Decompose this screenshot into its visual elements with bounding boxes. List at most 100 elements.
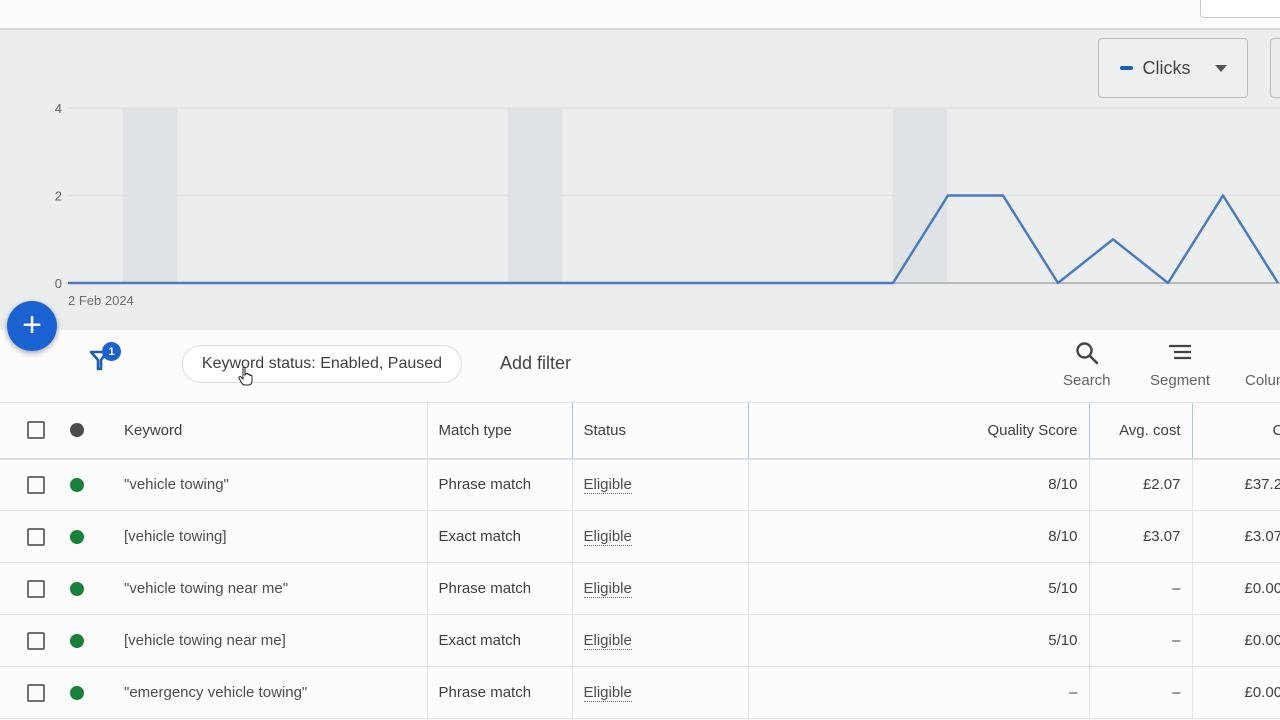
eligibility-status[interactable]: Eligible <box>583 580 632 598</box>
table-row[interactable]: [vehicle towing] Exact match Eligible 8/… <box>0 510 1280 563</box>
table-row[interactable]: "emergency vehicle towing" Phrase match … <box>0 666 1280 719</box>
cost-cell: £3.07 <box>1191 510 1280 563</box>
select-all-checkbox[interactable] <box>27 421 45 440</box>
status-cell: Eligible <box>571 562 748 615</box>
series-color-swatch <box>1119 66 1133 70</box>
cost-cell: £0.00 <box>1191 562 1280 615</box>
search-icon <box>1076 342 1099 365</box>
table-header-row: Keyword Match type Status Quality Score … <box>0 402 1280 460</box>
status-cell: Eligible <box>571 614 748 667</box>
row-select-cell <box>0 666 62 719</box>
avg-cost-cell: – <box>1088 666 1192 719</box>
enabled-status-dot-icon[interactable] <box>70 477 84 492</box>
row-status-cell <box>62 614 124 667</box>
row-checkbox[interactable] <box>27 683 45 702</box>
row-select-cell <box>0 510 62 563</box>
eligibility-status[interactable]: Eligible <box>583 476 632 495</box>
top-header <box>0 0 1280 30</box>
quality-score-cell: 8/10 <box>747 510 1089 563</box>
row-checkbox[interactable] <box>27 475 45 494</box>
add-keyword-button[interactable]: + <box>7 301 57 351</box>
enabled-status-dot-icon[interactable] <box>70 633 84 648</box>
y-tick-label: 0 <box>55 276 62 291</box>
metric-selector-secondary[interactable] <box>1270 38 1280 98</box>
add-filter-button[interactable]: Add filter <box>500 353 571 374</box>
header-match-type[interactable]: Match type <box>426 402 572 460</box>
row-select-cell <box>0 614 62 667</box>
row-select-cell <box>0 458 62 511</box>
enabled-status-dot-icon[interactable] <box>70 529 84 544</box>
search-tool-button[interactable]: Search <box>1063 340 1111 389</box>
keyword-cell[interactable]: "vehicle towing" <box>124 458 427 511</box>
eligibility-status[interactable]: Eligible <box>583 632 632 650</box>
segment-tool-label: Segment <box>1150 372 1211 389</box>
header-cost[interactable]: Cost <box>1191 402 1280 460</box>
row-status-cell <box>62 510 124 563</box>
keyword-cell[interactable]: [vehicle towing near me] <box>124 614 427 667</box>
cost-cell: £0.00 <box>1191 614 1280 667</box>
table-row[interactable]: [vehicle towing near me] Exact match Eli… <box>0 614 1280 667</box>
x-start-date-label: 2 Feb 2024 <box>68 293 134 308</box>
status-cell: Eligible <box>571 666 748 719</box>
hand-cursor-icon <box>238 366 253 386</box>
dropdown-caret-icon <box>1214 64 1227 72</box>
status-dot-header <box>62 402 124 460</box>
quality-score-cell: 8/10 <box>747 458 1089 511</box>
status-filter-dot-icon[interactable] <box>70 423 84 438</box>
quality-score-cell: – <box>747 666 1089 719</box>
eligibility-status[interactable]: Eligible <box>583 684 632 702</box>
select-all-cell <box>0 402 62 460</box>
match-type-cell: Exact match <box>426 614 572 667</box>
row-checkbox[interactable] <box>27 631 45 650</box>
cost-cell: £0.00 <box>1191 666 1280 719</box>
enabled-status-dot-icon[interactable] <box>70 685 84 700</box>
plus-icon: + <box>22 305 42 344</box>
keyword-cell[interactable]: "emergency vehicle towing" <box>124 666 427 719</box>
clicks-chart: 0 2 4 2 Feb 2024 <box>55 101 1280 308</box>
row-status-cell <box>62 666 124 719</box>
header-quality-score[interactable]: Quality Score <box>747 402 1089 460</box>
table-row[interactable]: "vehicle towing near me" Phrase match El… <box>0 562 1280 615</box>
eligibility-status[interactable]: Eligible <box>583 528 632 546</box>
header-action-button[interactable] <box>1200 0 1280 18</box>
row-status-cell <box>62 562 124 615</box>
columns-tool-button[interactable]: Columns <box>1245 340 1280 389</box>
header-status[interactable]: Status <box>571 402 748 460</box>
header-avg-cost[interactable]: Avg. cost <box>1088 402 1192 460</box>
status-cell: Eligible <box>571 510 748 563</box>
row-checkbox[interactable] <box>27 579 45 598</box>
search-tool-label: Search <box>1063 372 1111 389</box>
avg-cost-cell: – <box>1088 562 1192 615</box>
segment-tool-button[interactable]: Segment <box>1150 340 1210 389</box>
metric-selector-clicks[interactable]: Clicks <box>1098 38 1248 98</box>
enabled-status-dot-icon[interactable] <box>70 581 84 596</box>
active-filter-count-badge: 1 <box>102 342 121 361</box>
columns-icon <box>1262 340 1280 366</box>
series-line-clicks <box>68 194 1280 285</box>
keyword-cell[interactable]: [vehicle towing] <box>124 510 427 563</box>
row-select-cell <box>0 562 62 615</box>
keyword-cell[interactable]: "vehicle towing near me" <box>124 562 427 615</box>
row-checkbox[interactable] <box>27 527 45 546</box>
match-type-cell: Phrase match <box>426 458 572 511</box>
match-type-cell: Phrase match <box>426 562 572 615</box>
table-row[interactable]: "vehicle towing" Phrase match Eligible 8… <box>0 458 1280 511</box>
match-type-cell: Exact match <box>426 510 572 563</box>
segment-icon <box>1169 344 1192 360</box>
keyword-status-filter-chip[interactable]: Keyword status: Enabled, Paused <box>182 345 462 383</box>
y-tick-label: 2 <box>55 189 62 204</box>
metric-selector-label: Clicks <box>1142 57 1191 78</box>
status-cell: Eligible <box>571 458 748 511</box>
quality-score-cell: 5/10 <box>747 562 1089 615</box>
quality-score-cell: 5/10 <box>747 614 1089 667</box>
avg-cost-cell: £3.07 <box>1088 510 1192 563</box>
avg-cost-cell: – <box>1088 614 1192 667</box>
columns-tool-label: Columns <box>1245 372 1280 389</box>
match-type-cell: Phrase match <box>426 666 572 719</box>
row-status-cell <box>62 458 124 511</box>
header-keyword[interactable]: Keyword <box>124 402 427 460</box>
y-tick-label: 4 <box>55 101 62 116</box>
keywords-table: Keyword Match type Status Quality Score … <box>0 402 1280 719</box>
avg-cost-cell: £2.07 <box>1088 458 1192 511</box>
cost-cell: £37.26 <box>1191 458 1280 511</box>
